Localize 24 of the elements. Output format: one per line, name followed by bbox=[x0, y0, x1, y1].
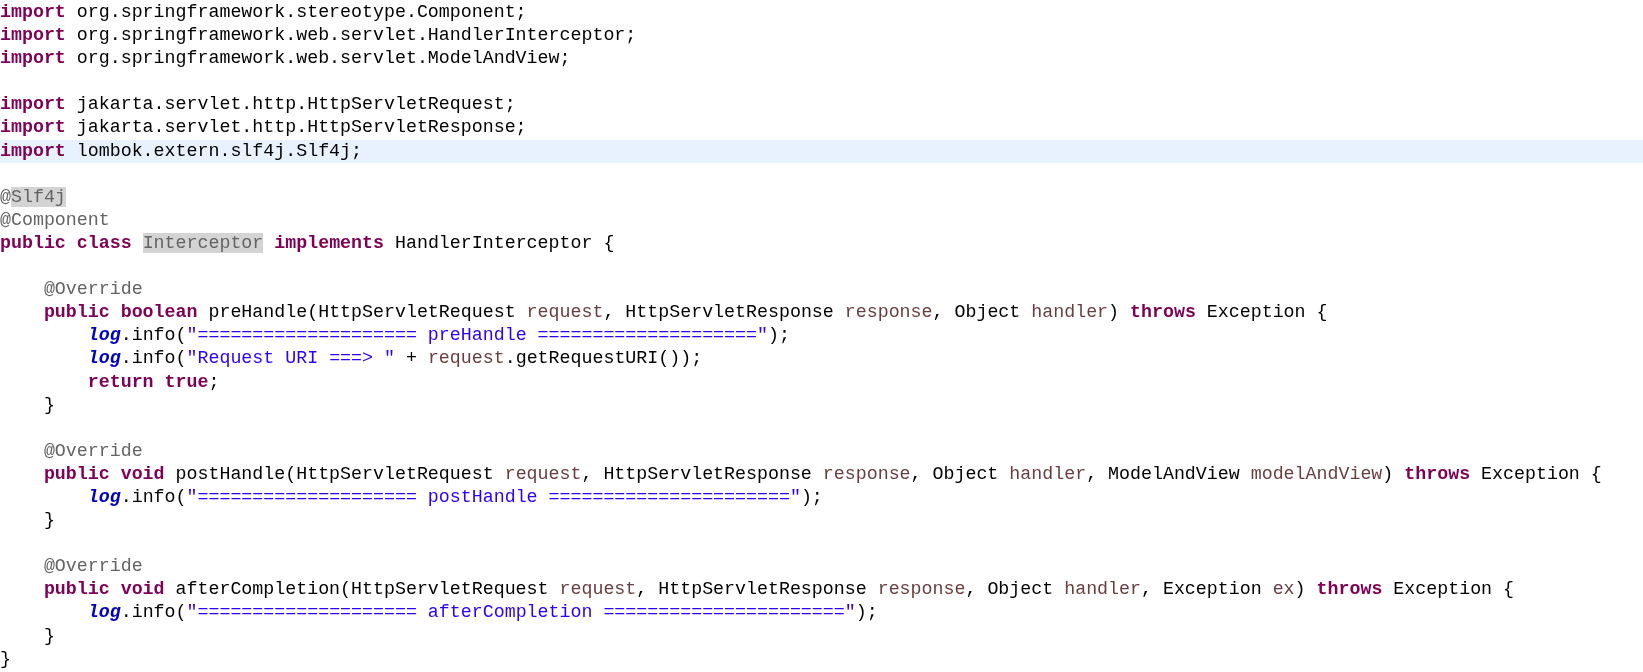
code-line: @Component bbox=[0, 209, 110, 230]
code-line: import org.springframework.web.servlet.HandlerInterceptor; bbox=[0, 25, 637, 46]
code-line: } bbox=[42, 394, 55, 415]
code-line: public boolean preHandle(HttpServletRequest request, HttpServletResponse response, Object handler) throws Exception { bbox=[42, 302, 1328, 323]
code-line: import org.springframework.web.servlet.ModelAndView; bbox=[0, 48, 571, 69]
code-line: public void postHandle(HttpServletRequest request, HttpServletResponse response, Object handler, ModelAndView modelAndView) throws Exception { bbox=[42, 463, 1602, 484]
code-line: @Override bbox=[42, 440, 143, 461]
code-line: log.info("==================== preHandle ===================="); bbox=[86, 325, 790, 346]
code-line: return true; bbox=[86, 371, 220, 392]
code-line: import org.springframework.stereotype.Component; bbox=[0, 2, 527, 22]
code-line: import lombok.extern.slf4j.Slf4j; bbox=[0, 140, 363, 161]
code-line: @Override bbox=[42, 279, 143, 300]
code-line: import jakarta.servlet.http.HttpServletRequest; bbox=[0, 94, 516, 115]
code-line: import jakarta.servlet.http.HttpServletResponse; bbox=[0, 117, 527, 138]
code-line: @Override bbox=[42, 556, 143, 577]
code-line: log.info("==================== postHandle ======================"); bbox=[86, 486, 823, 507]
code-line: log.info("Request URI ===> " + request.getRequestURI()); bbox=[86, 348, 703, 369]
code-line: } bbox=[0, 648, 11, 669]
code-line: @Slf4j bbox=[0, 186, 66, 207]
code-line: public class Interceptor implements HandlerInterceptor { bbox=[0, 232, 615, 253]
code-line: log.info("==================== afterCompletion ======================"); bbox=[86, 602, 878, 623]
code-line: } bbox=[42, 510, 55, 531]
code-line: public void afterCompletion(HttpServletRequest request, HttpServletResponse response, Object handler, Exception ex) throws Exception { bbox=[42, 579, 1515, 600]
code-line: } bbox=[42, 625, 55, 646]
